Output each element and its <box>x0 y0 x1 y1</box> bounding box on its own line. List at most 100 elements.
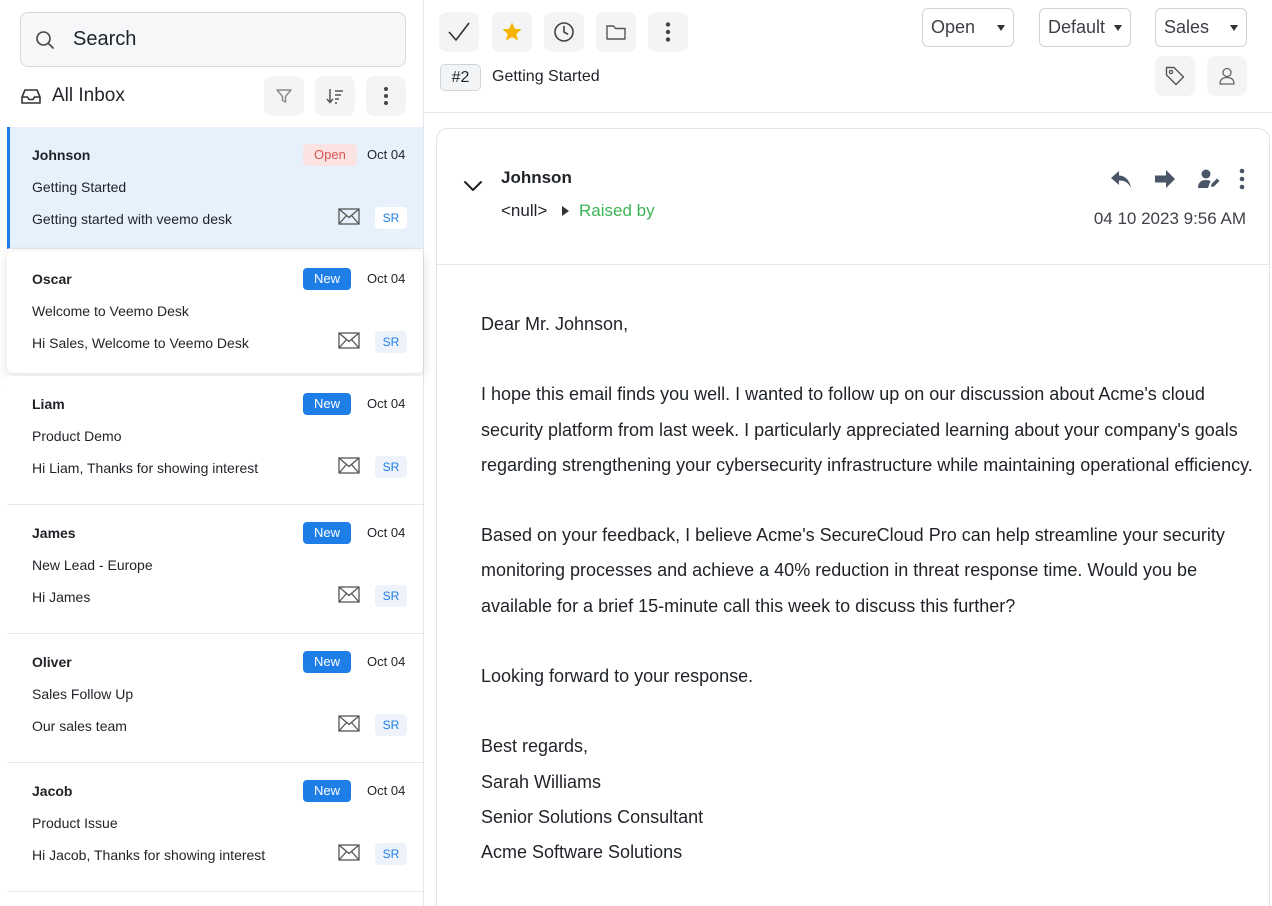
team-select-value: Sales <box>1164 17 1210 37</box>
inbox-header: All Inbox <box>20 76 406 116</box>
email-header: Johnson <null> Raised by 04 10 2023 9:56… <box>437 129 1269 265</box>
mail-icon <box>338 715 360 732</box>
conversation-preview: Hi Sales, Welcome to Veemo Desk <box>32 335 249 351</box>
conversation-item[interactable]: Oliver New Oct 04 Sales Follow Up Our sa… <box>7 634 423 763</box>
email-paragraph: Based on your feedback, I believe Acme's… <box>481 525 1225 616</box>
search-icon <box>36 30 54 49</box>
mail-icon <box>338 586 360 603</box>
ticket-title: Getting Started <box>492 68 600 85</box>
channel-tag: SR <box>375 585 407 607</box>
channel-tag: SR <box>375 331 407 353</box>
assign-button[interactable] <box>1207 56 1247 96</box>
contact-name: James <box>32 525 76 541</box>
filter-icon <box>276 89 292 103</box>
contact-name: Liam <box>32 396 65 412</box>
move-folder-button[interactable] <box>596 12 636 52</box>
priority-select[interactable]: Default <box>1039 8 1131 47</box>
conversation-subject: Product Issue <box>32 815 118 831</box>
mail-icon <box>338 332 360 349</box>
tag-button[interactable] <box>1155 56 1195 96</box>
mail-icon <box>338 208 360 225</box>
conversation-preview: Hi Jacob, Thanks for showing interest <box>32 847 266 863</box>
inbox-title: All Inbox <box>52 85 125 106</box>
star-icon <box>502 22 522 41</box>
status-badge: New <box>303 522 352 544</box>
contact-name: Johnson <box>32 147 91 163</box>
sender-name: Johnson <box>501 168 572 187</box>
folder-icon <box>606 25 626 40</box>
conversation-item[interactable]: Liam New Oct 04 Product Demo Hi Liam, Th… <box>7 376 423 505</box>
signature-title: Senior Solutions Consultant <box>481 806 704 827</box>
reply-icon[interactable] <box>1109 167 1133 191</box>
search-input[interactable] <box>73 28 373 51</box>
conversation-preview: Hi Liam, Thanks for showing interest <box>32 460 259 476</box>
conversation-subject: Getting Started <box>32 179 127 195</box>
resolve-button[interactable] <box>439 12 479 52</box>
tag-icon <box>1165 66 1185 86</box>
ticket-toolbar: Open Default Sales #2 Getting Started <box>424 0 1272 113</box>
channel-tag: SR <box>375 456 407 478</box>
status-badge: New <box>303 780 352 802</box>
conversation-item[interactable]: Oscar New Oct 04 Welcome to Veemo Desk H… <box>7 251 423 373</box>
email-body: Dear Mr. Johnson, I hope this email find… <box>481 307 1261 870</box>
mail-icon <box>338 457 360 474</box>
star-button[interactable] <box>492 12 532 52</box>
channel-tag: SR <box>375 207 407 229</box>
conversation-subject: New Lead - Europe <box>32 557 153 573</box>
ticket-more-button[interactable] <box>648 12 688 52</box>
priority-select-value: Default <box>1048 17 1106 37</box>
conversation-subject: Product Demo <box>32 428 122 444</box>
conversation-item[interactable]: Jacob New Oct 04 Product Issue Hi Jacob,… <box>7 763 423 892</box>
email-paragraph: I hope this email finds you well. I want… <box>481 384 1253 475</box>
contact-name: Oliver <box>32 654 72 670</box>
conversation-preview: Hi James <box>32 589 91 605</box>
conversation-preview: Our sales team <box>32 718 127 734</box>
email-card: Johnson <null> Raised by 04 10 2023 9:56… <box>436 128 1270 906</box>
signature-company: Acme Software Solutions <box>481 841 683 862</box>
conversation-panel: All Inbox Johnson Open <box>0 0 424 906</box>
status-badge: New <box>303 651 352 673</box>
conversation-list: Johnson Open Oct 04 Getting Started Gett… <box>7 127 423 892</box>
caret-right-icon <box>562 206 569 216</box>
user-icon <box>1219 67 1235 85</box>
forward-icon[interactable] <box>1153 167 1177 191</box>
inbox-more-button[interactable] <box>366 76 406 116</box>
ticket-id-badge: #2 <box>440 64 481 91</box>
conversation-date: Oct 04 <box>367 783 406 798</box>
team-select[interactable]: Sales <box>1155 8 1247 47</box>
sort-button[interactable] <box>315 76 355 116</box>
chevron-down-icon[interactable] <box>463 179 483 193</box>
sender-address: <null> <box>501 201 548 220</box>
filter-button[interactable] <box>264 76 304 116</box>
email-paragraph: Looking forward to your response. <box>481 665 754 686</box>
more-vertical-icon <box>665 22 671 42</box>
search-box[interactable] <box>20 12 406 67</box>
channel-tag: SR <box>375 843 407 865</box>
signature-name: Sarah Williams <box>481 771 602 792</box>
snooze-button[interactable] <box>544 12 584 52</box>
caret-down-icon <box>1114 25 1122 31</box>
channel-tag: SR <box>375 714 407 736</box>
conversation-date: Oct 04 <box>367 271 406 286</box>
status-badge: New <box>303 393 352 415</box>
more-vertical-icon[interactable] <box>1239 167 1245 191</box>
status-badge: New <box>303 268 352 290</box>
caret-down-icon <box>997 25 1005 31</box>
conversation-date: Oct 04 <box>367 396 406 411</box>
conversation-preview: Getting started with veemo desk <box>32 211 232 227</box>
email-timestamp: 04 10 2023 9:56 AM <box>1093 209 1246 228</box>
conversation-date: Oct 04 <box>367 654 406 669</box>
check-icon <box>448 22 470 41</box>
conversation-item[interactable]: James New Oct 04 New Lead - Europe Hi Ja… <box>7 505 423 634</box>
contact-name: Jacob <box>32 783 73 799</box>
conversation-subject: Sales Follow Up <box>32 686 134 702</box>
email-greeting: Dear Mr. Johnson, <box>481 314 629 334</box>
mail-icon <box>338 844 360 861</box>
conversation-subject: Welcome to Veemo Desk <box>32 303 189 319</box>
email-closing: Best regards, <box>481 736 589 757</box>
raised-by-link[interactable]: Raised by <box>579 201 655 221</box>
conversation-item[interactable]: Johnson Open Oct 04 Getting Started Gett… <box>7 127 423 249</box>
clock-icon <box>554 22 574 42</box>
assign-user-icon[interactable] <box>1197 167 1221 191</box>
status-select[interactable]: Open <box>922 8 1014 47</box>
